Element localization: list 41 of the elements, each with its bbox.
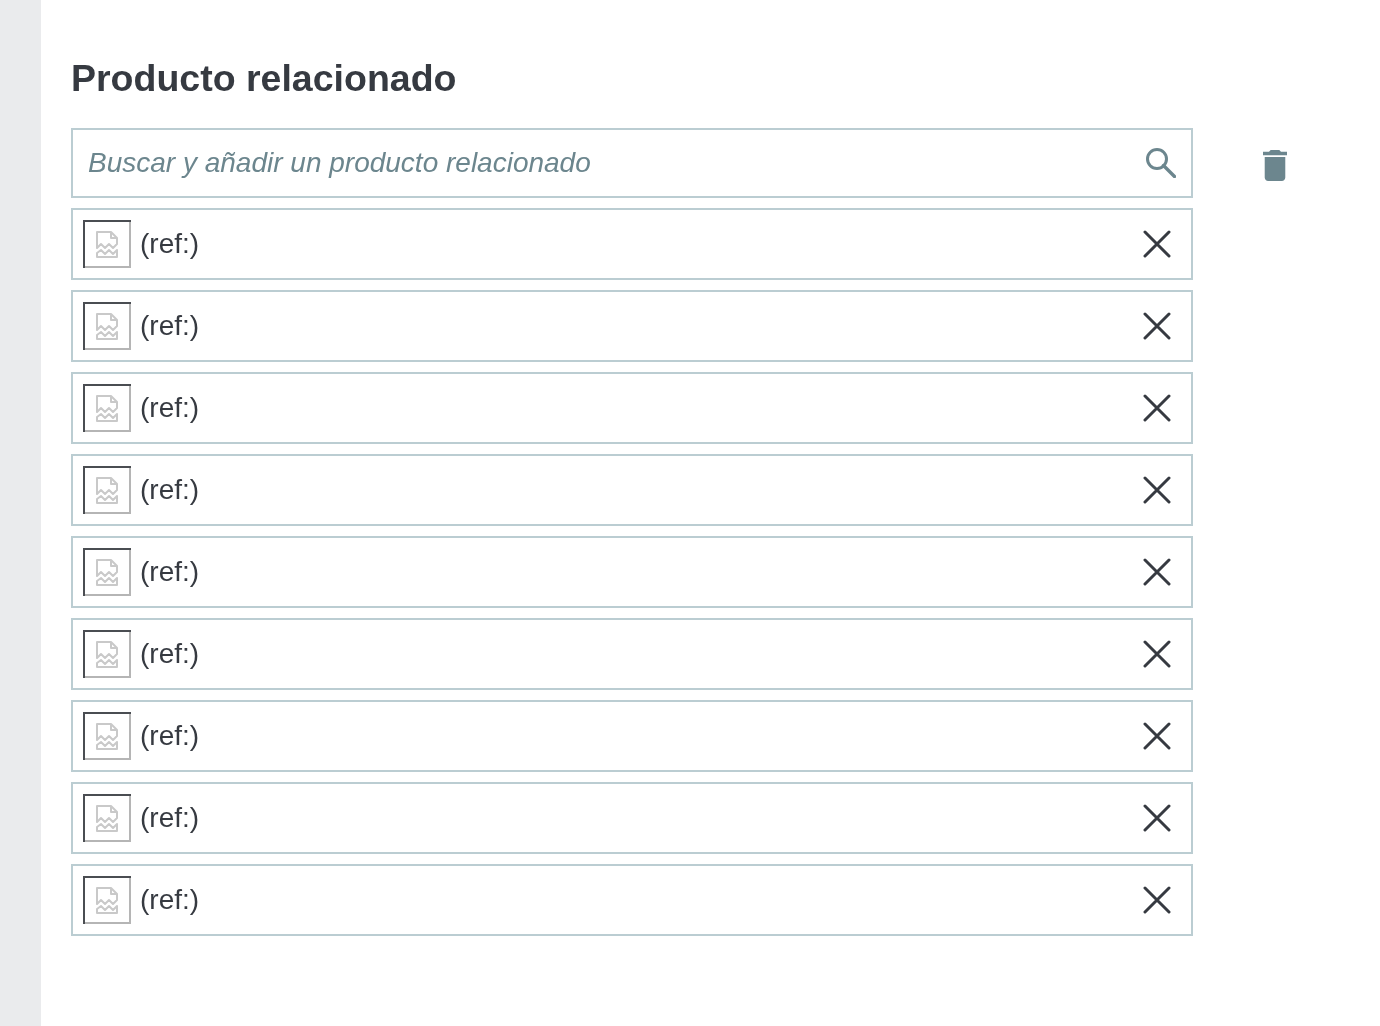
product-reference: (ref:)	[140, 719, 200, 753]
remove-button[interactable]	[1141, 884, 1173, 916]
product-reference: (ref:)	[140, 227, 200, 261]
close-icon	[1143, 476, 1171, 504]
product-reference: (ref:)	[140, 555, 200, 589]
close-icon	[1143, 394, 1171, 422]
remove-button[interactable]	[1141, 474, 1173, 506]
product-reference: (ref:)	[140, 391, 200, 425]
close-icon	[1143, 640, 1171, 668]
close-icon	[1143, 558, 1171, 586]
broken-image-icon	[83, 712, 131, 760]
search-icon	[1145, 147, 1176, 178]
trash-icon	[1263, 150, 1287, 181]
close-icon	[1143, 886, 1171, 914]
remove-button[interactable]	[1141, 556, 1173, 588]
broken-image-icon	[83, 794, 131, 842]
product-reference: (ref:)	[140, 637, 200, 671]
close-icon	[1143, 230, 1171, 258]
remove-button[interactable]	[1141, 802, 1173, 834]
search-field[interactable]: Buscar y añadir un producto relacionado	[71, 128, 1193, 198]
close-icon	[1143, 804, 1171, 832]
product-reference: (ref:)	[140, 883, 200, 917]
broken-image-icon	[83, 630, 131, 678]
broken-image-icon	[83, 220, 131, 268]
remove-button[interactable]	[1141, 638, 1173, 670]
product-reference: (ref:)	[140, 473, 200, 507]
close-icon	[1143, 722, 1171, 750]
remove-button[interactable]	[1141, 228, 1173, 260]
close-icon	[1143, 312, 1171, 340]
broken-image-icon	[83, 384, 131, 432]
broken-image-icon	[83, 466, 131, 514]
remove-button[interactable]	[1141, 310, 1173, 342]
broken-image-icon	[83, 548, 131, 596]
broken-image-icon	[83, 876, 131, 924]
product-reference: (ref:)	[140, 801, 200, 835]
remove-button[interactable]	[1141, 720, 1173, 752]
section-title: Producto relacionado	[71, 56, 457, 100]
delete-button[interactable]	[1263, 150, 1287, 181]
product-reference: (ref:)	[140, 309, 200, 343]
broken-image-icon	[83, 302, 131, 350]
remove-button[interactable]	[1141, 392, 1173, 424]
